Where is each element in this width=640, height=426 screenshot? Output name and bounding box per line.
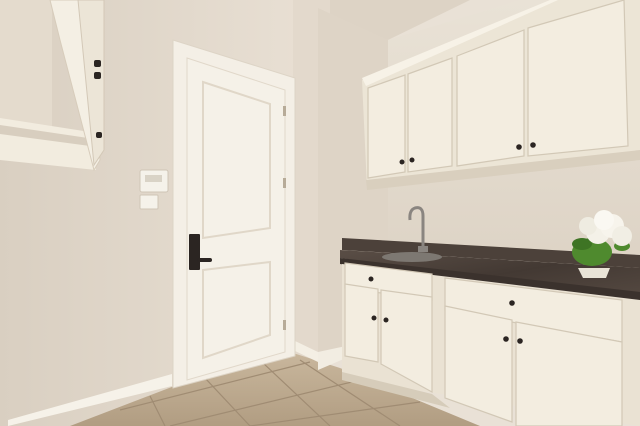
door-lock [189, 234, 200, 270]
light-switch [139, 194, 159, 210]
laundry-room-photo [0, 0, 640, 426]
open-shelf-cabinet [0, 0, 105, 172]
sink [382, 252, 442, 262]
door [172, 39, 296, 389]
